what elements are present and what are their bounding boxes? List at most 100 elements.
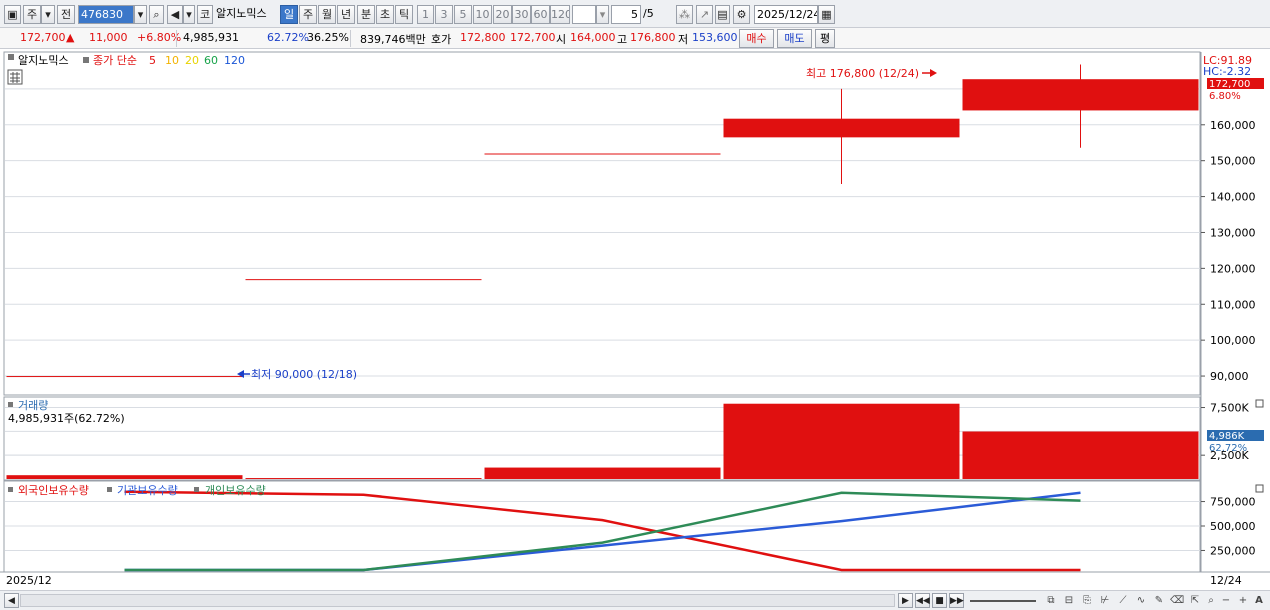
interval-week[interactable]: 주	[299, 5, 317, 24]
ma-legend-5[interactable]: 5	[149, 54, 156, 67]
hoga-label: 호가	[431, 33, 452, 46]
period-type-button[interactable]: 주	[23, 5, 41, 24]
candle-body	[245, 279, 482, 281]
draw-tool-icon[interactable]: ↗	[696, 5, 713, 24]
ma-legend-60[interactable]: 60	[204, 54, 218, 67]
prev-button[interactable]: 전	[57, 5, 75, 24]
volume-current-label: 4,986K	[1209, 431, 1245, 442]
ma-legend-10[interactable]: 10	[165, 54, 179, 67]
x-axis-right-label: 12/24	[1210, 574, 1242, 587]
volume-bar-12/22[interactable]	[484, 467, 721, 479]
count-dropdown-icon[interactable]: ▾	[596, 5, 609, 24]
interval-month[interactable]: 월	[318, 5, 336, 24]
trade-amount: 839,746백만	[360, 33, 426, 46]
holdings-legend-institution[interactable]: 기관보유수량	[117, 484, 178, 497]
copy-icon[interactable]: ⎘	[1080, 594, 1094, 608]
volume-summary: 4,985,931주(62.72%)	[8, 412, 125, 425]
count-120[interactable]: 120	[550, 5, 570, 24]
page-input[interactable]: 5	[611, 5, 641, 24]
rewind-icon[interactable]: ◀◀	[915, 593, 930, 608]
chart-area[interactable]: 160,000 150,000 140,000 130,000 120,000 110,0…	[0, 50, 1270, 590]
ma-legend-120[interactable]: 120	[224, 54, 245, 67]
count-custom-input[interactable]	[572, 5, 596, 24]
interval-second[interactable]: 초	[376, 5, 394, 24]
scroll-track[interactable]	[20, 594, 895, 607]
volume-y-tick: 7,500K	[1210, 402, 1249, 415]
gear-icon[interactable]: ⚙	[733, 5, 750, 24]
interval-year[interactable]: 년	[337, 5, 355, 24]
holdings-legend-individual[interactable]: 개인보유수량	[205, 484, 266, 497]
interval-day[interactable]: 일	[280, 5, 298, 24]
volume-current-pct: 62.72%	[1209, 443, 1247, 454]
speaker-icon[interactable]: ◀	[167, 5, 183, 24]
count-10[interactable]: 10	[473, 5, 492, 24]
stop-icon[interactable]: ■	[932, 593, 947, 608]
count-20[interactable]: 20	[493, 5, 512, 24]
count-3[interactable]: 3	[435, 5, 453, 24]
grid-toggle-icon[interactable]	[7, 69, 23, 85]
volume-bar-12/19[interactable]	[245, 478, 482, 480]
candle-12/22[interactable]	[484, 153, 721, 155]
market-button[interactable]: 코	[197, 5, 213, 24]
volume-bar-12/23[interactable]	[723, 403, 960, 479]
date-input[interactable]: 2025/12/24	[754, 5, 818, 24]
save-icon[interactable]: ▤	[715, 5, 730, 24]
layout-icon[interactable]: ⧉	[1044, 594, 1058, 608]
stock-chart[interactable]: 160,000 150,000 140,000 130,000 120,000 110,0…	[0, 50, 1270, 590]
zoom-out-icon[interactable]: −	[1219, 594, 1233, 608]
price-y-tick: 120,000	[1210, 262, 1256, 275]
current-pct-label: 6.80%	[1209, 91, 1241, 102]
bid-price: 172,700	[510, 31, 556, 44]
buy-button[interactable]: 매수	[739, 29, 774, 48]
zoom-slider[interactable]	[970, 600, 1036, 602]
price-panel-title[interactable]: 알지노믹스	[18, 53, 69, 67]
count-30[interactable]: 30	[512, 5, 531, 24]
price-y-tick: 90,000	[1210, 370, 1249, 383]
up-arrow-icon: ▲	[66, 31, 75, 44]
volume-panel-title[interactable]: 거래량	[18, 399, 48, 412]
eraser-icon[interactable]: ⌫	[1170, 594, 1184, 608]
interval-tick[interactable]: 틱	[395, 5, 413, 24]
speaker-dropdown-icon[interactable]: ▾	[183, 5, 195, 24]
pen-icon[interactable]: ✎	[1152, 594, 1166, 608]
magnify-icon[interactable]: ⌕	[1204, 594, 1218, 608]
volume-bar-12/24[interactable]	[962, 431, 1199, 479]
holdings-y-tick: 500,000	[1210, 520, 1256, 533]
candle-12/18[interactable]	[6, 376, 243, 378]
count-5[interactable]: 5	[454, 5, 472, 24]
candle-12/19[interactable]	[245, 279, 482, 281]
code-dropdown-icon[interactable]: ▾	[134, 5, 147, 24]
zoom-in-icon[interactable]: +	[1236, 594, 1250, 608]
holdings-legend-foreign[interactable]: 외국인보유수량	[18, 484, 89, 497]
count-1[interactable]: 1	[417, 5, 434, 24]
sell-button[interactable]: 매도	[777, 29, 812, 48]
fast-forward-icon[interactable]: ▶▶	[949, 593, 964, 608]
interval-minute[interactable]: 분	[357, 5, 375, 24]
window-menu-icon[interactable]: ▣	[4, 5, 21, 24]
stock-code-input[interactable]: 476830	[78, 5, 134, 24]
cursor-icon[interactable]: ⊬	[1098, 594, 1112, 608]
wave-icon[interactable]: ∿	[1134, 594, 1148, 608]
quote-bar: 172,700 ▲ 11,000 +6.80% 4,985,931 62.72%…	[0, 28, 1270, 49]
auto-scale-icon[interactable]: A	[1252, 594, 1266, 608]
volume-panel-close-icon[interactable]	[1255, 399, 1264, 408]
candle-type-icon[interactable]: ⁂	[676, 5, 693, 24]
split-icon[interactable]: ⊟	[1062, 594, 1076, 608]
chevron-down-icon[interactable]: ▾	[41, 5, 55, 24]
volume: 4,985,931	[183, 31, 239, 44]
chart-scrollbar[interactable]: ◀ ▶ ◀◀ ■ ▶▶ ⧉ ⊟ ⎘ ⊬ ⟋ ∿ ✎ ⌫ ⇱ ⌕ − + A	[0, 590, 1270, 610]
play-icon[interactable]: ▶	[898, 593, 913, 608]
holdings-panel-close-icon[interactable]	[1255, 484, 1264, 493]
count-60[interactable]: 60	[531, 5, 550, 24]
low-annotation: 최저 90,000 (12/18)	[251, 368, 357, 381]
price-y-tick: 100,000	[1210, 334, 1256, 347]
avg-button[interactable]: 평	[815, 29, 835, 48]
calendar-icon[interactable]: ▦	[818, 5, 835, 24]
export-icon[interactable]: ⇱	[1188, 594, 1202, 608]
trend-icon[interactable]: ⟋	[1116, 594, 1130, 608]
scroll-left-icon[interactable]: ◀	[4, 593, 19, 608]
search-icon[interactable]: ⌕	[149, 5, 164, 24]
ma-legend-20[interactable]: 20	[185, 54, 199, 67]
volume-bar-12/18[interactable]	[6, 475, 243, 479]
ma-legend-prefix[interactable]: 종가 단순	[93, 54, 137, 67]
